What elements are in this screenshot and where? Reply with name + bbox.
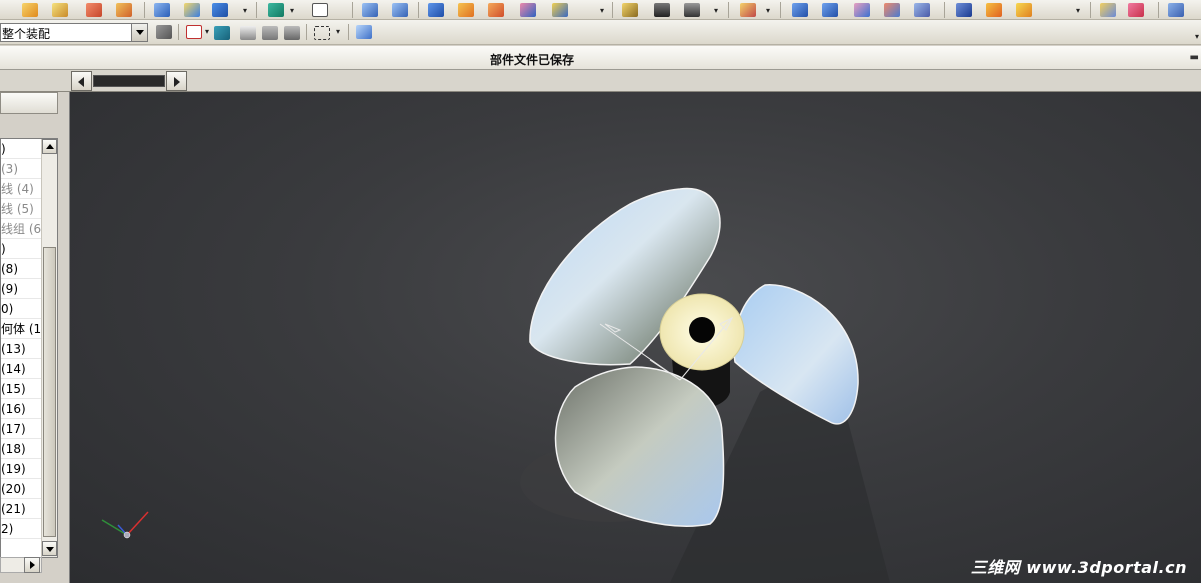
window-icon[interactable] [1168, 3, 1184, 17]
print-icon[interactable] [684, 3, 700, 17]
intersect-icon[interactable] [488, 3, 504, 17]
trim-body-icon[interactable] [520, 3, 536, 17]
undo-icon[interactable] [214, 26, 230, 40]
scroll-down-button[interactable] [42, 541, 57, 556]
status-message: 部件文件已保存 [490, 53, 575, 67]
graphics-viewport[interactable]: 三维网 www.3dportal.cn [70, 92, 1201, 583]
subtract-icon[interactable] [458, 3, 474, 17]
scroll-thumb[interactable] [43, 247, 56, 537]
dropdown-arrow-icon[interactable]: ▾ [766, 6, 770, 15]
shaded-cube-icon[interactable] [356, 25, 372, 39]
measure-icon[interactable] [956, 3, 972, 17]
scroll-right-button[interactable] [166, 71, 187, 91]
scroll-left-button[interactable] [71, 71, 92, 91]
separator [944, 2, 945, 18]
assembly-scope-select[interactable]: 整个装配 [0, 23, 148, 42]
extrude-icon[interactable] [268, 3, 284, 17]
separator [256, 2, 257, 18]
separator [418, 2, 419, 18]
dropdown-arrow-icon[interactable]: ▾ [290, 6, 294, 15]
sketch-icon[interactable] [212, 3, 228, 17]
separator [1090, 2, 1091, 18]
selection-toolbar: ▾ [0, 20, 1201, 45]
iso-view-icon[interactable] [884, 3, 900, 17]
separator [352, 2, 353, 18]
view-fit-icon[interactable] [740, 3, 756, 17]
layer-icon[interactable] [154, 3, 170, 17]
dropdown-arrow-icon[interactable]: ▾ [243, 6, 247, 15]
wrench-icon[interactable] [622, 3, 638, 17]
sheet-icon[interactable] [312, 3, 328, 17]
dropdown-arrow-icon[interactable]: ▾ [600, 6, 604, 15]
datum-csys-icon [101, 511, 149, 539]
check-icon[interactable] [1128, 3, 1144, 17]
selection-box-icon[interactable] [314, 26, 330, 40]
scroll-right-small-button[interactable] [24, 557, 40, 573]
separator [306, 24, 307, 40]
separator [1158, 2, 1159, 18]
navigator-header-button[interactable] [0, 92, 58, 114]
blade-right [733, 284, 859, 425]
separator [728, 2, 729, 18]
link-icon[interactable] [262, 26, 278, 40]
block-icon[interactable] [362, 3, 378, 17]
main-toolbar: ▾ ▾ ▾ ▾ ▾ ▾ [0, 0, 1201, 20]
trimetric-view-icon[interactable] [914, 3, 930, 17]
separator [780, 2, 781, 18]
sparkle-icon[interactable] [1100, 3, 1116, 17]
scroll-up-button[interactable] [42, 139, 57, 154]
eraser-icon[interactable] [240, 26, 256, 40]
unlink-icon[interactable] [284, 26, 300, 40]
dropdown-arrow-icon[interactable]: ▾ [205, 27, 209, 36]
separator [348, 24, 349, 40]
render-view-icon[interactable] [86, 3, 102, 17]
dropdown-arrow-icon[interactable]: ▾ [1076, 6, 1080, 15]
list-vertical-scrollbar[interactable] [41, 139, 57, 557]
propeller-model[interactable] [70, 92, 1201, 583]
separator [612, 2, 613, 18]
right-view-icon[interactable] [854, 3, 870, 17]
front-view-icon[interactable] [792, 3, 808, 17]
separator [178, 24, 179, 40]
stamp-icon[interactable] [654, 3, 670, 17]
move-icon[interactable] [184, 3, 200, 17]
watermark-text: 三维网 www.3dportal.cn [970, 558, 1187, 577]
dropdown-arrow-icon[interactable]: ▾ [336, 27, 340, 36]
status-bar [0, 46, 1201, 70]
chevron-down-icon[interactable] [131, 24, 147, 41]
unite-icon[interactable] [428, 3, 444, 17]
split-body-icon[interactable] [552, 3, 568, 17]
shaft-bore [689, 317, 715, 343]
toolbar-overflow-icon[interactable]: ▾ [1195, 32, 1199, 41]
assembly-scope-value: 整个装配 [2, 27, 51, 41]
studio-view-icon[interactable] [116, 3, 132, 17]
analysis-icon[interactable] [986, 3, 1002, 17]
separator [144, 2, 145, 18]
top-view-icon[interactable] [822, 3, 838, 17]
filter-icon[interactable] [156, 25, 172, 39]
snap-point-icon[interactable] [186, 25, 202, 39]
edge-view-icon[interactable] [52, 3, 68, 17]
cylinder-icon[interactable] [392, 3, 408, 17]
dropdown-arrow-icon[interactable]: ▾ [714, 6, 718, 15]
status-scroll-icon: ▬ [1189, 52, 1199, 63]
tab-scroll-track[interactable] [93, 75, 165, 87]
shaded-view-icon[interactable] [22, 3, 38, 17]
material-icon[interactable] [1016, 3, 1032, 17]
